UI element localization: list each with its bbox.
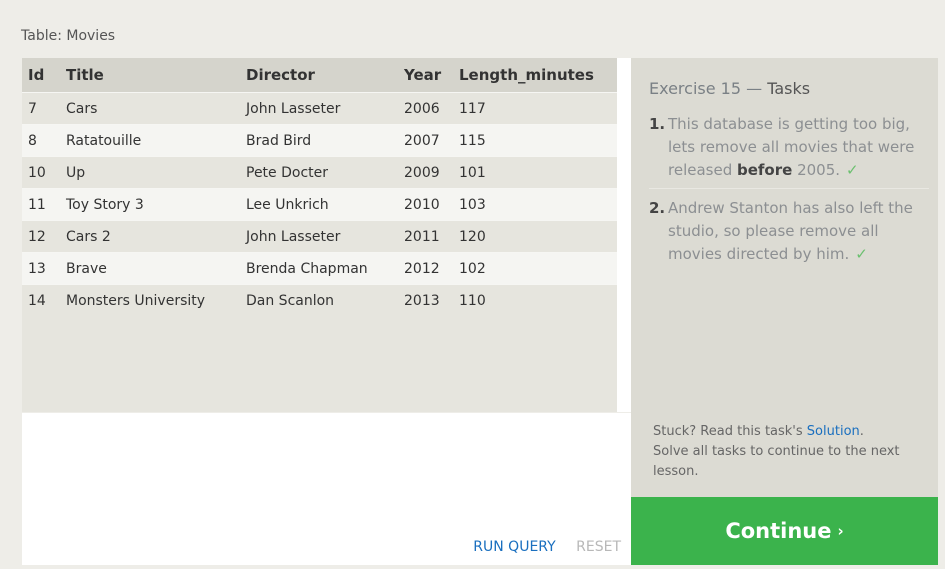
cell-director: Brenda Chapman <box>246 252 404 285</box>
sql-editor[interactable]: RUN QUERY RESET <box>22 413 631 565</box>
cell-title: Ratatouille <box>66 124 246 157</box>
task-list: 1. This database is getting too big, let… <box>649 113 929 280</box>
column-header-title: Title <box>66 58 246 93</box>
task-item: 1. This database is getting too big, let… <box>649 113 929 189</box>
cell-id: 8 <box>22 124 66 157</box>
check-icon: ✓ <box>855 245 868 263</box>
task-text-after: 2005. <box>792 161 841 179</box>
task-text: This database is getting too big, lets r… <box>668 113 929 182</box>
column-header-year: Year <box>404 58 459 93</box>
cell-id: 10 <box>22 156 66 189</box>
reset-button[interactable]: RESET <box>576 539 621 555</box>
cell-title: Cars <box>66 92 246 125</box>
task-number: 2. <box>649 199 666 217</box>
column-header-id: Id <box>22 58 66 93</box>
tasks-panel: Exercise 15 — Tasks 1. This database is … <box>631 58 938 497</box>
table-row: 11 Toy Story 3 Lee Unkrich 2010 103 <box>22 188 617 221</box>
cell-year: 2013 <box>404 284 459 316</box>
run-query-button[interactable]: RUN QUERY <box>473 539 555 555</box>
table-row: 13 Brave Brenda Chapman 2012 102 <box>22 252 617 285</box>
cell-id: 12 <box>22 220 66 253</box>
stuck-hint: Stuck? Read this task's Solution. Solve … <box>653 422 923 482</box>
chevron-right-icon: › <box>837 522 844 540</box>
table-row: 8 Ratatouille Brad Bird 2007 115 <box>22 124 617 157</box>
cell-title: Monsters University <box>66 284 246 316</box>
table-row: 14 Monsters University Dan Scanlon 2013 … <box>22 284 617 316</box>
cell-length: 103 <box>459 188 617 221</box>
column-header-director: Director <box>246 58 404 93</box>
results-table-panel: Id Title Director Year Length_minutes 7 … <box>22 58 617 412</box>
cell-id: 13 <box>22 252 66 285</box>
tasks-heading: Tasks <box>767 79 811 98</box>
task-number: 1. <box>649 115 666 133</box>
exercise-number: Exercise 15 — <box>649 79 768 98</box>
stuck-prefix: Stuck? Read this task's <box>653 424 807 439</box>
table-row: 7 Cars John Lasseter 2006 117 <box>22 92 617 125</box>
task-text: Andrew Stanton has also left the studio,… <box>668 197 929 266</box>
continue-button[interactable]: Continue › <box>631 497 938 565</box>
solve-note: Solve all tasks to continue to the next … <box>653 444 900 479</box>
table-caption: Table: Movies <box>21 28 116 44</box>
cell-title: Cars 2 <box>66 220 246 253</box>
task-text-bold: before <box>737 161 793 179</box>
editor-actions: RUN QUERY RESET <box>473 539 621 555</box>
task-text-before: Andrew Stanton has also left the studio,… <box>668 199 913 263</box>
table-row: 10 Up Pete Docter 2009 101 <box>22 156 617 189</box>
cell-director: Brad Bird <box>246 124 404 157</box>
column-header-length: Length_minutes <box>459 58 617 93</box>
cell-year: 2010 <box>404 188 459 221</box>
results-table: Id Title Director Year Length_minutes 7 … <box>22 58 617 316</box>
cell-title: Brave <box>66 252 246 285</box>
cell-year: 2006 <box>404 92 459 125</box>
cell-id: 7 <box>22 92 66 125</box>
cell-length: 120 <box>459 220 617 253</box>
cell-id: 14 <box>22 284 66 316</box>
continue-label: Continue <box>725 519 832 543</box>
table-scroll-gutter[interactable] <box>617 58 631 412</box>
cell-year: 2009 <box>404 156 459 189</box>
cell-title: Toy Story 3 <box>66 188 246 221</box>
cell-length: 101 <box>459 156 617 189</box>
cell-length: 117 <box>459 92 617 125</box>
cell-length: 115 <box>459 124 617 157</box>
cell-length: 102 <box>459 252 617 285</box>
cell-director: John Lasseter <box>246 92 404 125</box>
tasks-title: Exercise 15 — Tasks <box>649 79 810 98</box>
check-icon: ✓ <box>846 161 859 179</box>
cell-director: Lee Unkrich <box>246 188 404 221</box>
cell-year: 2011 <box>404 220 459 253</box>
cell-director: Dan Scanlon <box>246 284 404 316</box>
table-row: 12 Cars 2 John Lasseter 2011 120 <box>22 220 617 253</box>
table-header-row: Id Title Director Year Length_minutes <box>22 58 617 93</box>
cell-director: Pete Docter <box>246 156 404 189</box>
cell-year: 2007 <box>404 124 459 157</box>
stuck-suffix: . <box>859 424 864 439</box>
task-item: 2. Andrew Stanton has also left the stud… <box>649 197 929 272</box>
cell-length: 110 <box>459 284 617 316</box>
cell-director: John Lasseter <box>246 220 404 253</box>
solution-link[interactable]: Solution <box>807 424 860 439</box>
cell-title: Up <box>66 156 246 189</box>
cell-year: 2012 <box>404 252 459 285</box>
cell-id: 11 <box>22 188 66 221</box>
